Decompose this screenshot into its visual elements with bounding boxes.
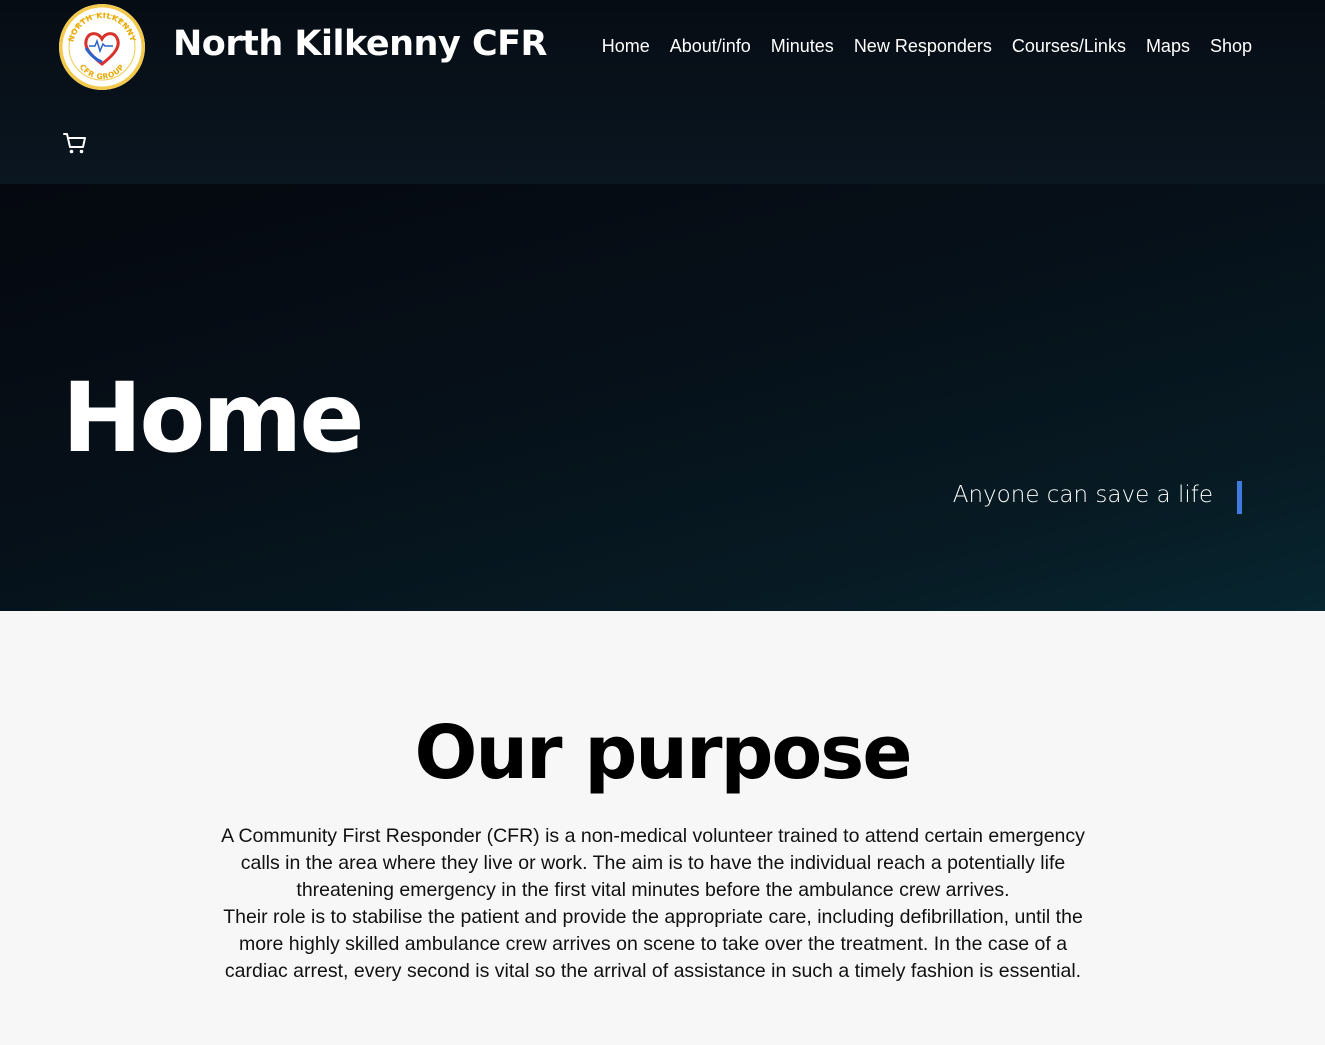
cart-icon[interactable] <box>62 130 88 156</box>
tagline-accent-bar <box>1237 481 1242 514</box>
main-nav: Home About/info Minutes New Responders C… <box>602 30 1252 62</box>
cart-icon-svg <box>63 133 86 154</box>
purpose-text: A Community First Responder (CFR) is a n… <box>212 823 1094 985</box>
purpose-paragraph-1: A Community First Responder (CFR) is a n… <box>221 825 1085 901</box>
nav-courses-links[interactable]: Courses/Links <box>1012 30 1126 62</box>
purpose-section: Our purpose A Community First Responder … <box>0 611 1325 1045</box>
hero-tagline: Anyone can save a life <box>952 482 1213 508</box>
cfr-logo-emblem: NORTH KILKENNY CFR GROUP <box>59 4 145 90</box>
page-title: Home <box>62 362 364 475</box>
site-title[interactable]: North Kilkenny CFR <box>173 20 548 68</box>
nav-maps[interactable]: Maps <box>1146 30 1190 62</box>
site-logo[interactable]: NORTH KILKENNY CFR GROUP <box>59 4 145 90</box>
hero-banner: Home Anyone can save a life <box>0 184 1325 611</box>
purpose-paragraph-2: Their role is to stabilise the patient a… <box>223 906 1083 982</box>
site-header: NORTH KILKENNY CFR GROUP North Kilkenny … <box>0 0 1325 184</box>
nav-about-info[interactable]: About/info <box>670 30 751 62</box>
nav-minutes[interactable]: Minutes <box>771 30 834 62</box>
purpose-heading: Our purpose <box>414 710 912 796</box>
nav-home[interactable]: Home <box>602 30 650 62</box>
nav-new-responders[interactable]: New Responders <box>854 30 992 62</box>
nav-shop[interactable]: Shop <box>1210 30 1252 62</box>
